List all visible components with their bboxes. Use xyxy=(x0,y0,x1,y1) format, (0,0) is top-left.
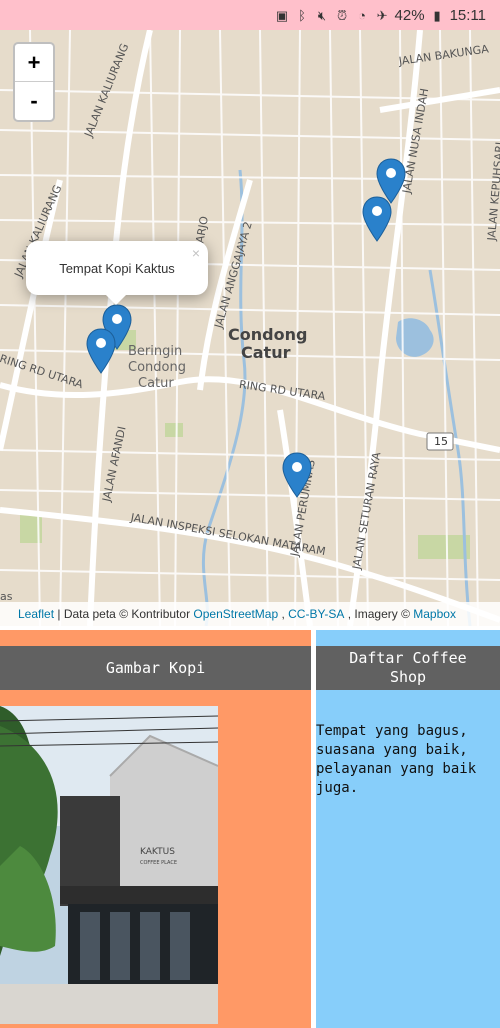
coffee-shop-photo: KAKTUS COFFEE PLACE xyxy=(0,706,218,1024)
map-marker-icon[interactable] xyxy=(86,328,116,374)
area-label-beringin: Beringin Condong Catur xyxy=(128,344,186,392)
area-label-condong-catur: Condong Catur xyxy=(228,326,307,362)
photo-sign: COFFEE PLACE xyxy=(140,860,177,866)
leaflet-link[interactable]: Leaflet xyxy=(18,607,54,621)
coffee-image-panel: Gambar Kopi KAKTUS COFFEE PLACE xyxy=(0,630,311,1028)
zoom-out-button[interactable]: - xyxy=(15,82,53,119)
area-label-line: Catur xyxy=(138,376,174,391)
area-label-line: Catur xyxy=(241,343,291,362)
map-marker-icon[interactable] xyxy=(362,196,392,242)
openstreetmap-link[interactable]: OpenStreetMap xyxy=(193,607,278,621)
photo-sign: KAKTUS xyxy=(140,847,175,857)
status-icons: ▣ ᛒ 🔇︎ ⏰︎ ◔ ✈ 42% ▮ 15:11 xyxy=(275,5,486,25)
area-label-line: Beringin xyxy=(128,344,183,359)
mute-icon: 🔇︎ xyxy=(317,7,327,23)
shop-description: Tempat yang bagus, suasana yang baik, pe… xyxy=(316,722,500,798)
description-line: suasana yang baik, xyxy=(316,742,468,758)
map-marker-icon[interactable] xyxy=(282,452,312,498)
description-line: juga. xyxy=(316,780,359,796)
area-label-line: Condong xyxy=(228,325,308,344)
attribution-text: | Data peta © Kontributor xyxy=(54,607,194,621)
close-icon[interactable]: × xyxy=(192,245,200,261)
attribution-text: , Imagery © xyxy=(344,607,414,621)
map-attribution: Leaflet | Data peta © Kontributor OpenSt… xyxy=(0,602,500,626)
status-bar: ▣ ᛒ 🔇︎ ⏰︎ ◔ ✈ 42% ▮ 15:11 xyxy=(0,0,500,30)
zoom-control: + - xyxy=(13,42,55,122)
popup-tip xyxy=(104,293,128,305)
marker-popup: Tempat Kopi Kaktus × xyxy=(26,241,208,295)
attribution-text: , xyxy=(278,607,289,621)
area-label-line: Condong xyxy=(128,360,186,375)
panel-title: Gambar Kopi xyxy=(0,646,311,690)
route-number: 15 xyxy=(434,435,448,448)
sim-alert-icon: ▣ xyxy=(275,7,289,23)
battery-percent: 42% xyxy=(394,6,425,24)
mapbox-link[interactable]: Mapbox xyxy=(413,607,456,621)
bluetooth-icon: ᛒ xyxy=(298,7,306,23)
panel-title-line: Daftar Coffee xyxy=(349,649,467,667)
zoom-in-button[interactable]: + xyxy=(15,44,53,82)
popup-text: Tempat Kopi Kaktus xyxy=(59,260,175,276)
description-line: pelayanan yang baik xyxy=(316,761,477,777)
panel-title: Daftar Coffee Shop xyxy=(316,646,500,690)
wifi-icon: ◔ xyxy=(358,7,366,23)
description-line: Tempat yang bagus, xyxy=(316,723,468,739)
battery-icon: ▮ xyxy=(433,7,441,23)
coffee-shop-list-panel: Daftar Coffee Shop Tempat yang bagus, su… xyxy=(316,630,500,1028)
panel-title-line: Shop xyxy=(389,668,427,686)
map-view[interactable]: Condong Catur Beringin Condong Catur JAL… xyxy=(0,30,500,626)
license-link[interactable]: CC-BY-SA xyxy=(288,607,344,621)
alarm-icon: ⏰︎ xyxy=(336,7,348,23)
airplane-icon: ✈ xyxy=(376,7,388,23)
clock-time: 15:11 xyxy=(449,6,486,24)
